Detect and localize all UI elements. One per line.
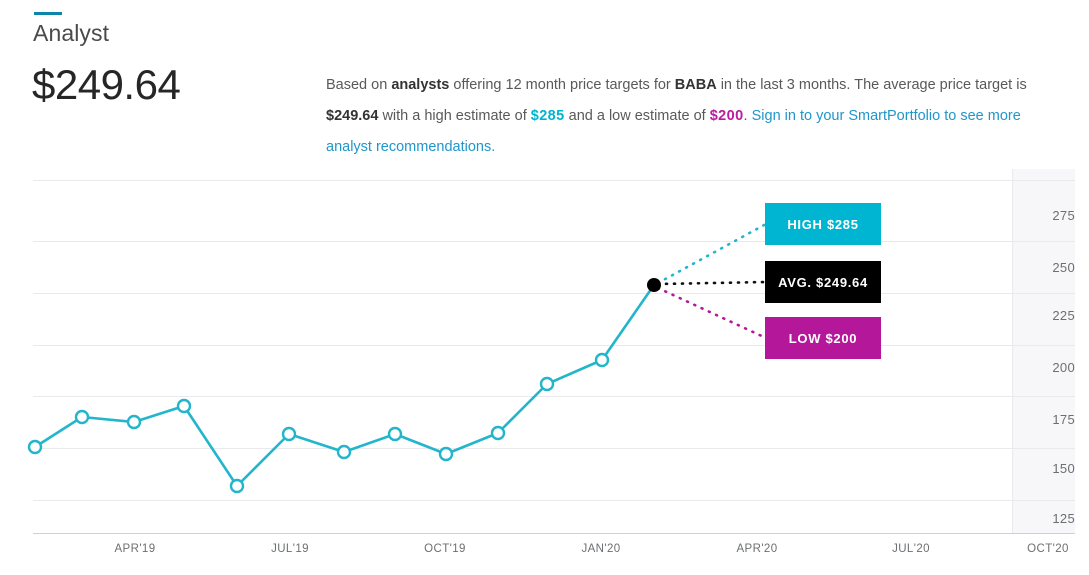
- y-tick-275: 275: [1052, 208, 1075, 223]
- y-tick-125: 125: [1052, 511, 1075, 526]
- data-point: [490, 425, 506, 441]
- high-price-target-badge[interactable]: HIGH $285: [765, 203, 881, 245]
- data-point: [126, 414, 142, 430]
- x-tick-jul20: JUL'20: [892, 543, 930, 555]
- projection-line-avg: [656, 280, 768, 286]
- data-point: [229, 478, 245, 494]
- data-point: [27, 439, 43, 455]
- analyst-price-target-panel: Analyst $249.64 Based on analysts offeri…: [0, 0, 1089, 575]
- x-tick-jul19: JUL'19: [271, 543, 309, 555]
- data-point: [74, 409, 90, 425]
- projection-line-low: [656, 286, 768, 340]
- data-point: [387, 426, 403, 442]
- data-point: [438, 446, 454, 462]
- x-tick-oct19: OCT'19: [424, 543, 466, 555]
- y-tick-150: 150: [1052, 461, 1075, 476]
- price-history-markers: [27, 352, 610, 494]
- average-price-target-badge[interactable]: AVG. $249.64: [765, 261, 881, 303]
- data-point: [539, 376, 555, 392]
- price-target-chart: [0, 0, 1089, 575]
- y-tick-250: 250: [1052, 260, 1075, 275]
- low-price-target-badge[interactable]: LOW $200: [765, 317, 881, 359]
- y-tick-225: 225: [1052, 308, 1075, 323]
- x-tick-jan20: JAN'20: [581, 543, 621, 555]
- forecast-band: [1012, 169, 1075, 534]
- x-tick-apr19: APR'19: [114, 543, 156, 555]
- projection-line-high: [656, 222, 768, 285]
- data-point: [281, 426, 297, 442]
- y-tick-175: 175: [1052, 412, 1075, 427]
- y-tick-200: 200: [1052, 360, 1075, 375]
- current-price-marker: [647, 278, 661, 292]
- data-point: [594, 352, 610, 368]
- data-point: [336, 444, 352, 460]
- data-point: [176, 398, 192, 414]
- x-tick-apr20: APR'20: [736, 543, 778, 555]
- gridlines: [33, 180, 1075, 501]
- x-tick-oct20: OCT'20: [1027, 543, 1069, 555]
